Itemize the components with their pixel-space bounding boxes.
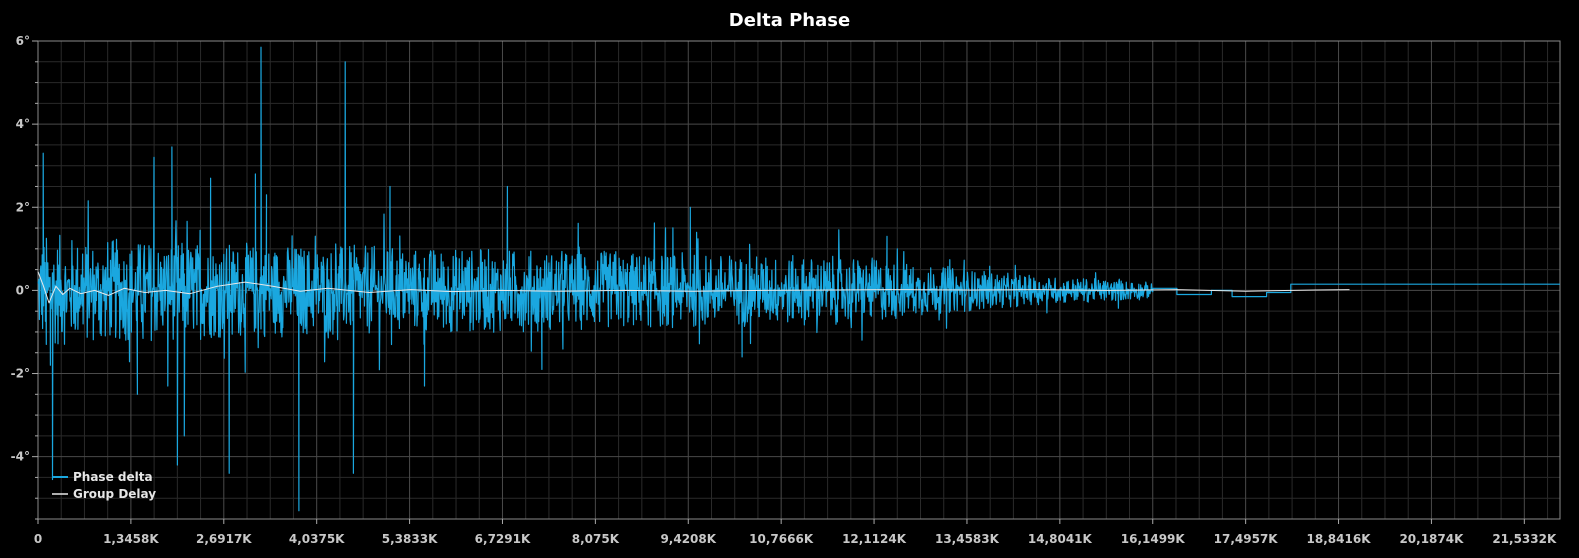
y-tick-label: 6° — [16, 34, 30, 48]
x-tick-label: 13,4583K — [935, 532, 1000, 546]
x-tick-label: 20,1874K — [1399, 532, 1464, 546]
x-tick-label: 5,3833K — [382, 532, 438, 546]
x-tick-label: 6,7291K — [475, 532, 531, 546]
legend-label-group-delay: Group Delay — [73, 487, 156, 501]
x-tick-label: 2,6917K — [196, 532, 252, 546]
y-tick-label: 4° — [16, 117, 30, 131]
x-tick-label: 12,1124K — [842, 532, 907, 546]
y-tick-label: -4° — [11, 450, 30, 464]
x-tick-label: 21,5332K — [1492, 532, 1557, 546]
x-tick-label: 14,8041K — [1028, 532, 1093, 546]
x-tick-label: 0 — [34, 532, 42, 546]
x-tick-label: 16,1499K — [1121, 532, 1186, 546]
x-tick-label: 17,4957K — [1214, 532, 1279, 546]
y-tick-label: 0° — [16, 283, 30, 297]
y-tick-label: 2° — [16, 200, 30, 214]
delta-phase-chart: 6° 4° 2° 0° -2° -4° 0 1,3458K 2,6917K 4,0375K 5,38… — [11, 34, 1561, 546]
x-tick-label: 8,075K — [572, 532, 620, 546]
legend-label-phase-delta: Phase delta — [73, 470, 153, 484]
x-tick-label: 4,0375K — [289, 532, 345, 546]
x-tick-label: 10,7666K — [749, 532, 814, 546]
x-tick-label: 18,8416K — [1307, 532, 1372, 546]
x-tick-label: 9,4208K — [660, 532, 716, 546]
x-tick-label: 1,3458K — [103, 532, 159, 546]
y-tick-label: -2° — [11, 367, 30, 381]
